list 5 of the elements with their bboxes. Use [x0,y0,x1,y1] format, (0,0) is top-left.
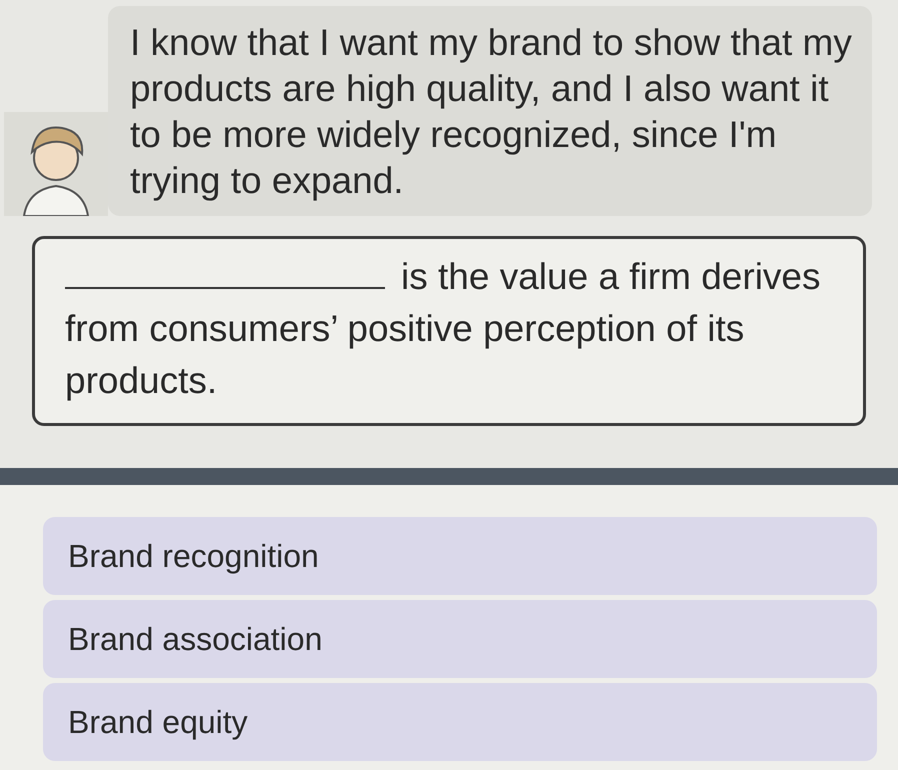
question-text: is the value a firm derives from consumers’ positive perception of its products. [65,255,822,403]
answer-option[interactable]: Brand recognition [43,517,877,595]
answer-option[interactable]: Brand equity [43,683,877,761]
answer-option[interactable]: Brand association [43,600,877,678]
speech-bubble: I know that I want my brand to show that my products are high quality, and I also want it to be more widely recognized, since I'm trying to expand. [108,6,872,216]
